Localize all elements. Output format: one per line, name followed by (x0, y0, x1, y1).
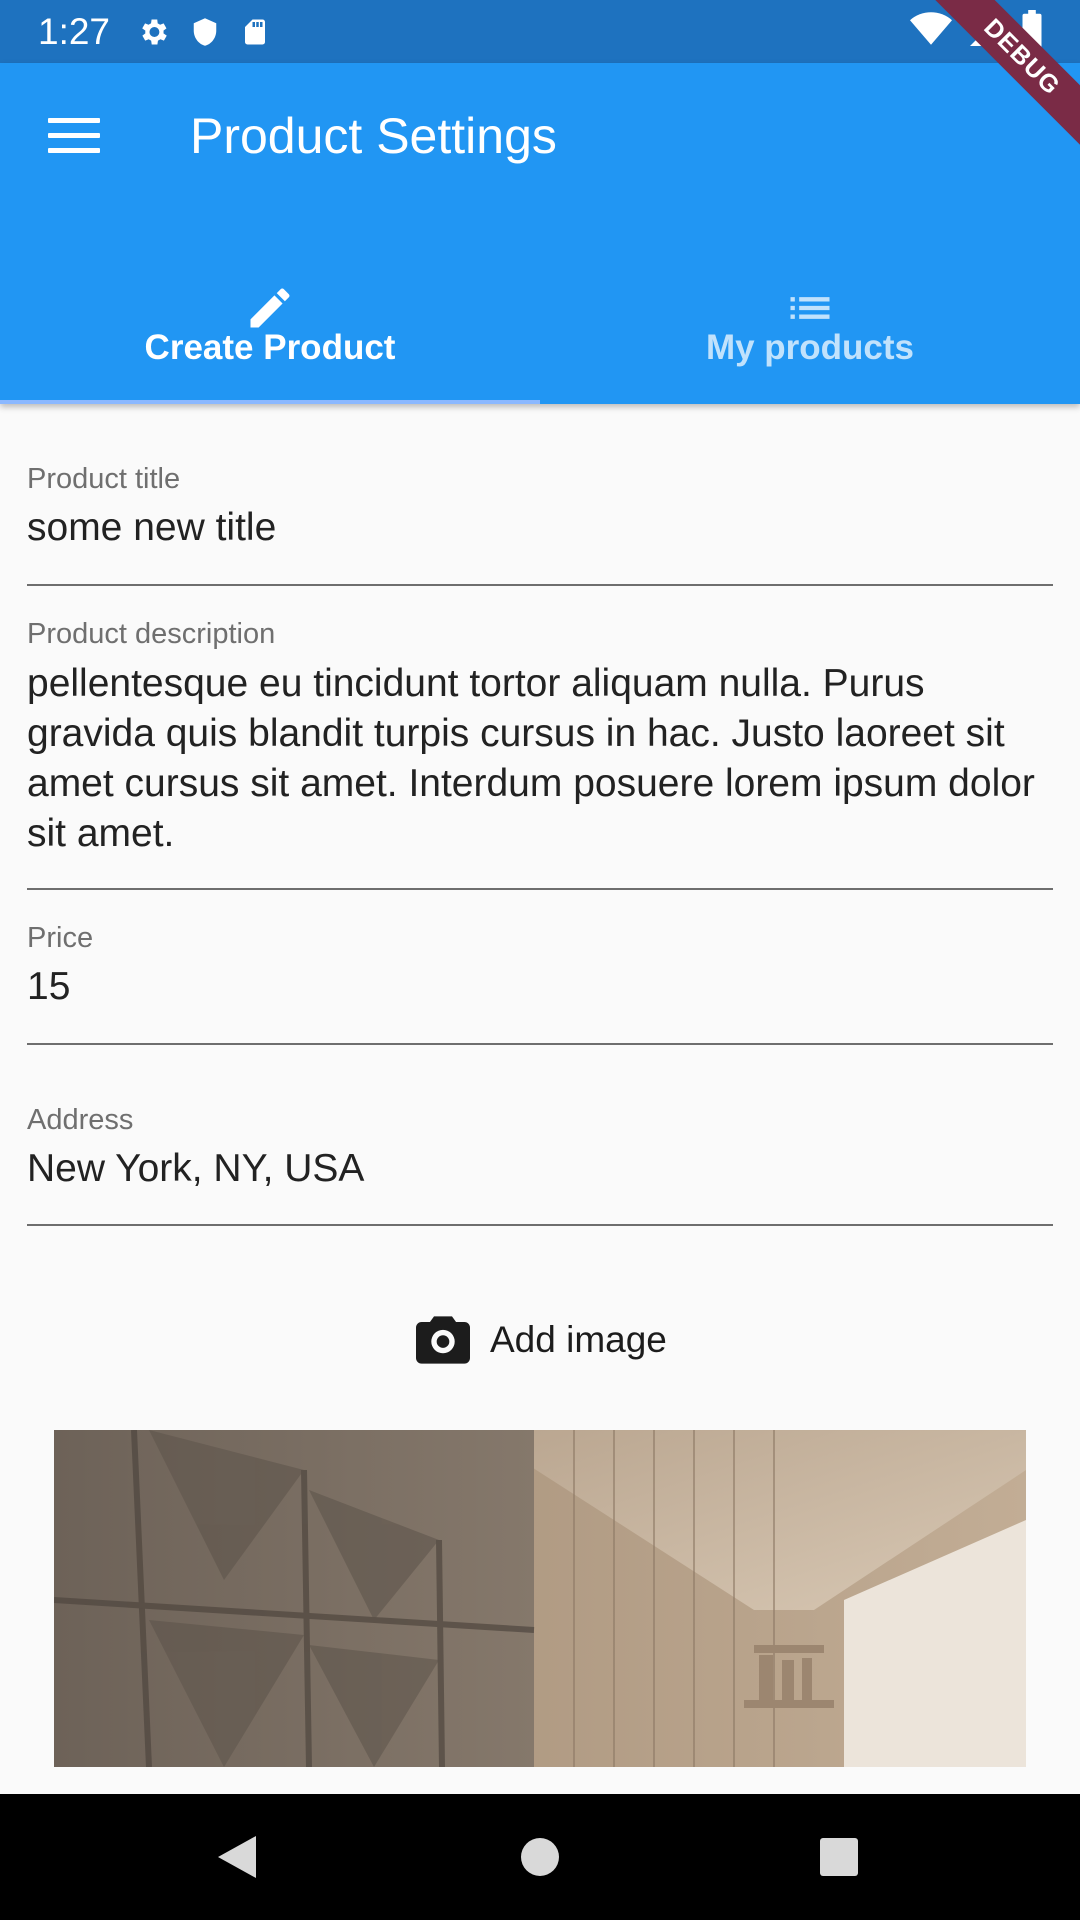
product-title-input[interactable]: some new title (27, 503, 276, 553)
product-description-label: Product description (27, 618, 276, 650)
home-icon[interactable] (520, 1834, 560, 1880)
menu-icon (48, 118, 100, 123)
signal-icon (970, 12, 1004, 46)
battery-icon (1022, 10, 1042, 48)
price-input[interactable]: 15 (27, 962, 70, 1012)
tab-bar: Create Product My products (0, 233, 1080, 404)
sd-card-icon (245, 19, 266, 44)
add-image-label: Add image (490, 1319, 667, 1360)
tab-indicator (0, 400, 540, 404)
address-label: Address (27, 1104, 134, 1136)
add-image-button[interactable]: Add image (416, 1310, 667, 1370)
address-input[interactable]: New York, NY, USA (27, 1144, 364, 1194)
room-photo (54, 1430, 1026, 1767)
status-notification-icons (136, 15, 270, 49)
page-title: Product Settings (190, 108, 557, 164)
product-description-input[interactable]: pellentesque eu tincidunt tortor aliquam… (27, 659, 1057, 859)
back-icon[interactable] (216, 1834, 260, 1880)
tab-my-products-label: My products (705, 328, 915, 367)
system-nav-bar (0, 1794, 1080, 1920)
list-icon (790, 297, 830, 319)
price-label: Price (27, 922, 94, 954)
tab-create-product-label: Create Product (144, 328, 396, 367)
price-underline (27, 1043, 1053, 1045)
shield-icon (193, 17, 217, 46)
tab-create-product[interactable]: Create Product (0, 233, 540, 404)
recents-icon[interactable] (818, 1834, 860, 1880)
pencil-icon (250, 288, 290, 328)
gear-icon (142, 19, 167, 44)
camera-icon (416, 1316, 470, 1364)
product-image (54, 1430, 1026, 1767)
menu-button[interactable] (48, 118, 100, 154)
product-title-underline (27, 584, 1053, 586)
product-description-underline (27, 888, 1053, 890)
address-underline (27, 1224, 1053, 1226)
status-bar: 1:27 (0, 0, 1080, 63)
wifi-icon (910, 12, 952, 45)
product-title-label: Product title (27, 463, 181, 495)
status-time: 1:27 (38, 10, 111, 52)
app-bar: Product Settings Create Product My produ… (0, 63, 1080, 404)
status-system-icons (910, 10, 1042, 48)
tab-my-products[interactable]: My products (540, 233, 1080, 404)
